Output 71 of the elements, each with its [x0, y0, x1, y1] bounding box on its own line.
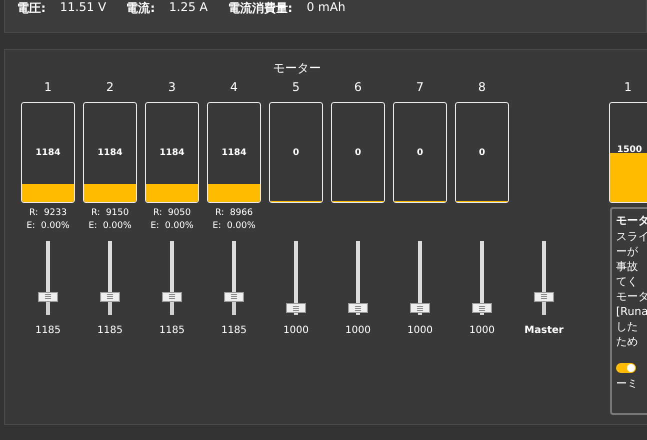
- slider-value: 1000: [345, 325, 371, 336]
- motor-number: 3: [168, 80, 176, 96]
- motor-slider[interactable]: [348, 241, 368, 315]
- motor-slider[interactable]: [162, 241, 182, 315]
- motor-output: 1500: [616, 144, 642, 154]
- notice-text: ため: [616, 334, 639, 349]
- motor-number: 2: [106, 80, 114, 96]
- motor-output: 1184: [221, 148, 247, 158]
- motor-number: 7: [416, 80, 424, 96]
- slider-thumb[interactable]: [534, 292, 554, 302]
- motor-output: 1184: [159, 148, 185, 158]
- slider-value: 1185: [221, 325, 247, 336]
- motor-number: 5: [292, 80, 300, 96]
- status-label: 電圧:: [17, 0, 46, 17]
- notice-text: てく: [616, 274, 639, 289]
- slider-value: 1000: [469, 325, 495, 336]
- status-label: 電流消費量:: [228, 0, 293, 17]
- toggle-switch[interactable]: [616, 363, 636, 373]
- motor-output: 0: [478, 148, 486, 158]
- motor-output: 1184: [97, 148, 123, 158]
- motor-slider[interactable]: [224, 241, 244, 315]
- status-value: 0 mAh: [306, 0, 346, 14]
- master-label: Master: [524, 325, 564, 336]
- notice-text: 事故: [616, 259, 639, 274]
- slider-thumb[interactable]: [224, 292, 244, 302]
- motor-error: E: 0.00%: [26, 220, 70, 233]
- status-label: 電流:: [126, 0, 156, 17]
- status-value: 11.51 V: [60, 0, 106, 14]
- slider-value: 1000: [407, 325, 433, 336]
- notice-text: モータ: [616, 289, 647, 304]
- motor-output: 0: [416, 148, 424, 158]
- motor-number: 1: [44, 80, 52, 96]
- slider-thumb[interactable]: [348, 303, 368, 313]
- slider-thumb[interactable]: [410, 303, 430, 313]
- motor-rpm: R: 8966: [215, 207, 253, 220]
- motor-error: E: 0.00%: [150, 220, 194, 233]
- motor-number: 4: [230, 80, 238, 96]
- slider-thumb[interactable]: [472, 303, 492, 313]
- master-slider[interactable]: [534, 241, 554, 315]
- motor-error: E: 0.00%: [88, 220, 132, 233]
- toggle-label: ーミ: [616, 376, 639, 391]
- motor-slider[interactable]: [410, 241, 430, 315]
- notice-text: ーが: [616, 244, 639, 259]
- slider-thumb[interactable]: [100, 292, 120, 302]
- motor-rpm: R: 9150: [91, 207, 129, 220]
- slider-value: 1185: [159, 325, 185, 336]
- motor-slider[interactable]: [472, 241, 492, 315]
- motor-rpm: R: 9233: [29, 207, 67, 220]
- motor-slider[interactable]: [100, 241, 120, 315]
- motor-number: 8: [478, 80, 486, 96]
- motor-slider[interactable]: [286, 241, 306, 315]
- motor-rpm: R: 9050: [153, 207, 191, 220]
- motor-output: 0: [292, 148, 300, 158]
- slider-thumb[interactable]: [162, 292, 182, 302]
- notice-text: した: [616, 319, 639, 334]
- slider-thumb[interactable]: [38, 292, 58, 302]
- notice-text: [Runa: [616, 304, 647, 319]
- slider-value: 1185: [35, 325, 61, 336]
- motor-slider[interactable]: [38, 241, 58, 315]
- motor-number: 1: [623, 80, 633, 96]
- notice-title: モータ: [616, 213, 647, 229]
- slider-value: 1000: [283, 325, 309, 336]
- slider-value: 1185: [97, 325, 123, 336]
- notice-text: スライ: [616, 229, 647, 244]
- motor-output: 0: [354, 148, 362, 158]
- motor-error: E: 0.00%: [212, 220, 256, 233]
- status-value: 1.25 A: [169, 0, 208, 14]
- motor-output: 1184: [35, 148, 61, 158]
- motor-number: 6: [354, 80, 362, 96]
- slider-thumb[interactable]: [286, 303, 306, 313]
- motors-title: モーター: [272, 60, 322, 76]
